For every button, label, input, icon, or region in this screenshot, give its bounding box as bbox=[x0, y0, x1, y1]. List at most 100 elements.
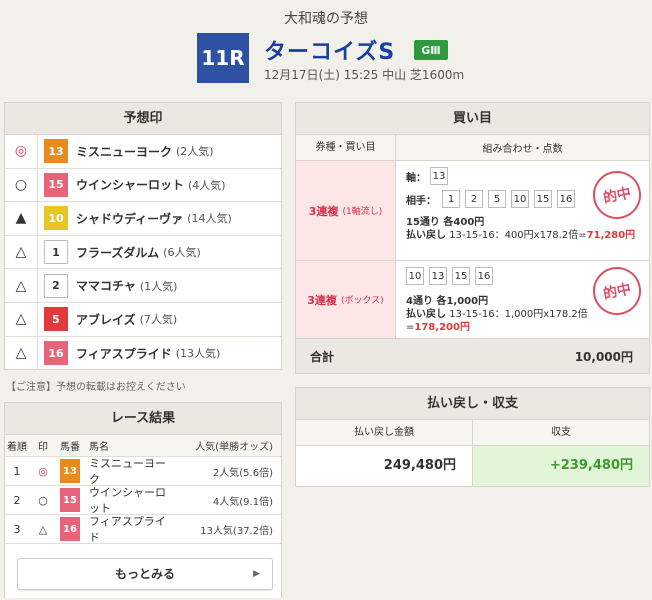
col-number: 馬番 bbox=[60, 442, 80, 453]
col-combination: 組み合わせ・点数 bbox=[482, 144, 563, 155]
result-rank: 1 bbox=[13, 464, 21, 478]
bet-type-sub: (1軸流し) bbox=[342, 207, 383, 217]
page-subtitle: 大和魂の予想 bbox=[284, 11, 368, 27]
col-popularity: 人気(単勝オッズ) bbox=[195, 442, 273, 453]
horse-odds: 2人気(5.6倍) bbox=[212, 467, 273, 479]
mark-circle-icon: ○ bbox=[5, 168, 38, 202]
axis-number: 13 bbox=[430, 167, 448, 185]
chevron-right-icon: ▶ bbox=[253, 569, 260, 579]
mark-open-triangle-icon: △ bbox=[5, 269, 38, 302]
horse-name[interactable]: フィアスプライド bbox=[83, 513, 171, 545]
partner-number: 1 bbox=[442, 190, 460, 208]
horse-name[interactable]: フィアスプライド bbox=[76, 345, 172, 362]
bet-type: 3連複 (1軸流し) bbox=[296, 161, 396, 260]
show-more-button[interactable]: もっとみる ▶ bbox=[17, 558, 273, 590]
total-row: 合計 10,000円 bbox=[296, 339, 649, 373]
race-info: 12月17日(土) 15:25 中山 芝1600m bbox=[264, 68, 465, 82]
horse-popularity: (2人気) bbox=[176, 145, 214, 159]
horse-number: 16 bbox=[60, 517, 80, 541]
bet-body: 軸 ： 13 相手： 1 2 5 10 15 16 15通り 各400円 払い戻… bbox=[396, 161, 649, 260]
horse-number: 15 bbox=[60, 488, 80, 512]
partner-label: 相手： bbox=[406, 195, 436, 207]
total-value: 10,000円 bbox=[574, 349, 633, 364]
box-number: 16 bbox=[475, 267, 493, 285]
bet-row: 3連複 (ボックス) 10 13 15 16 4通り 各1,000円 払い戻し … bbox=[296, 261, 649, 339]
payout-text: 13-15-16：400円x178.2倍= bbox=[449, 230, 587, 241]
prediction-panel: 予想印 ◎ 13 ミスニューヨーク (2人気) ○ 15 ウインシャーロット (… bbox=[4, 102, 282, 371]
horse-number: 16 bbox=[44, 341, 68, 366]
payout-summary-values: 249,480円 +239,480円 bbox=[296, 446, 649, 486]
horse-popularity: (4人気) bbox=[188, 178, 226, 192]
results-panel: レース結果 着順 印 馬番 馬名 人気(単勝オッズ) 1 ◎ 13 ミスニューヨ… bbox=[4, 402, 282, 598]
col-profit: 収支 bbox=[551, 427, 571, 438]
bets-title: 買い目 bbox=[296, 103, 649, 135]
result-row: 1 ◎ 13 ミスニューヨーク 2人気(5.6倍) bbox=[5, 457, 281, 486]
prediction-row: ◎ 13 ミスニューヨーク (2人気) bbox=[5, 135, 281, 169]
horse-name[interactable]: ママコチャ bbox=[76, 277, 136, 294]
total-label: 合計 bbox=[310, 349, 335, 364]
bet-type: 3連複 (ボックス) bbox=[296, 261, 396, 338]
result-row: 3 △ 16 フィアスプライド 13人気(37.2倍) bbox=[5, 515, 281, 544]
horse-name[interactable]: アブレイズ bbox=[76, 311, 136, 328]
mark-circle-icon: ○ bbox=[38, 493, 48, 507]
mark-open-triangle-icon: △ bbox=[5, 336, 38, 371]
payout-label: 払い戻し bbox=[406, 309, 446, 320]
partner-number: 16 bbox=[557, 190, 575, 208]
prediction-row: △ 2 ママコチャ (1人気) bbox=[5, 269, 281, 303]
result-rank: 2 bbox=[13, 493, 21, 507]
race-number-badge: 11R bbox=[197, 33, 249, 83]
mark-open-triangle-icon: △ bbox=[5, 302, 38, 336]
horse-number: 5 bbox=[44, 307, 68, 332]
horse-name[interactable]: ウインシャーロット bbox=[83, 484, 171, 516]
prediction-row: △ 1 フラーズダルム (6人気) bbox=[5, 235, 281, 270]
bets-panel: 買い目 券種・買い目 組み合わせ・点数 3連複 (1軸流し) 軸 ： 13 相手… bbox=[295, 102, 650, 374]
horse-popularity: (13人気) bbox=[175, 347, 221, 361]
result-rank: 3 bbox=[13, 522, 21, 536]
mark-open-triangle-icon: △ bbox=[5, 235, 38, 269]
col-mark: 印 bbox=[38, 442, 48, 453]
horse-name[interactable]: フラーズダルム bbox=[76, 244, 159, 261]
bet-payout: 払い戻し 13-15-16：400円x178.2倍=71,280円 bbox=[406, 229, 639, 242]
caution-note: 【ご注意】予想の転載はお控えください bbox=[6, 382, 186, 393]
prediction-row: ▲ 10 シャドウディーヴァ (14人気) bbox=[5, 202, 281, 236]
horse-name[interactable]: シャドウディーヴァ bbox=[76, 210, 183, 227]
box-number: 10 bbox=[406, 267, 424, 285]
col-bet-type: 券種・買い目 bbox=[296, 135, 396, 160]
results-title: レース結果 bbox=[5, 403, 281, 435]
axis-colon: ： bbox=[416, 172, 426, 184]
horse-name[interactable]: ミスニューヨーク bbox=[76, 143, 172, 160]
prediction-list: ◎ 13 ミスニューヨーク (2人気) ○ 15 ウインシャーロット (4人気)… bbox=[5, 135, 281, 371]
race-name: ターコイズS bbox=[264, 40, 396, 65]
payout-hit-amount: 71,280円 bbox=[586, 230, 636, 241]
payout-amount: 249,480円 bbox=[296, 446, 473, 486]
bet-type-label: 3連複 bbox=[308, 204, 339, 218]
partner-number: 10 bbox=[511, 190, 529, 208]
horse-name[interactable]: ウインシャーロット bbox=[76, 176, 184, 193]
horse-popularity: (6人気) bbox=[163, 246, 201, 260]
bet-summary: 15通り 各400円 bbox=[406, 217, 485, 228]
bet-body: 10 13 15 16 4通り 各1,000円 払い戻し 13-15-16：1,… bbox=[396, 261, 649, 338]
results-header-row: 着順 印 馬番 馬名 人気(単勝オッズ) bbox=[5, 435, 281, 457]
grade-badge: GⅢ bbox=[414, 40, 448, 60]
bet-type-sub: (ボックス) bbox=[340, 296, 384, 306]
mark-double-circle-icon: ◎ bbox=[5, 135, 38, 168]
bet-row: 3連複 (1軸流し) 軸 ： 13 相手： 1 2 5 10 15 16 15通… bbox=[296, 161, 649, 261]
mark-double-circle-icon: ◎ bbox=[38, 464, 48, 478]
horse-name[interactable]: ミスニューヨーク bbox=[83, 455, 171, 487]
payout-summary-title: 払い戻し・収支 bbox=[296, 388, 649, 420]
horse-number: 2 bbox=[44, 273, 68, 298]
prediction-title: 予想印 bbox=[5, 103, 281, 135]
bet-type-label: 3連複 bbox=[307, 293, 337, 307]
payout-label: 払い戻し bbox=[406, 230, 446, 241]
horse-number: 15 bbox=[44, 172, 68, 197]
horse-odds: 13人気(37.2倍) bbox=[200, 525, 273, 537]
horse-popularity: (7人気) bbox=[139, 313, 178, 327]
horse-odds: 4人気(9.1倍) bbox=[212, 496, 273, 508]
horse-popularity: (1人気) bbox=[139, 279, 178, 293]
result-row: 2 ○ 15 ウインシャーロット 4人気(9.1倍) bbox=[5, 486, 281, 515]
box-number: 13 bbox=[429, 267, 447, 285]
partner-number: 2 bbox=[465, 190, 483, 208]
horse-number: 13 bbox=[60, 459, 80, 483]
col-name: 馬名 bbox=[89, 442, 109, 453]
mark-open-triangle-icon: △ bbox=[38, 522, 48, 536]
